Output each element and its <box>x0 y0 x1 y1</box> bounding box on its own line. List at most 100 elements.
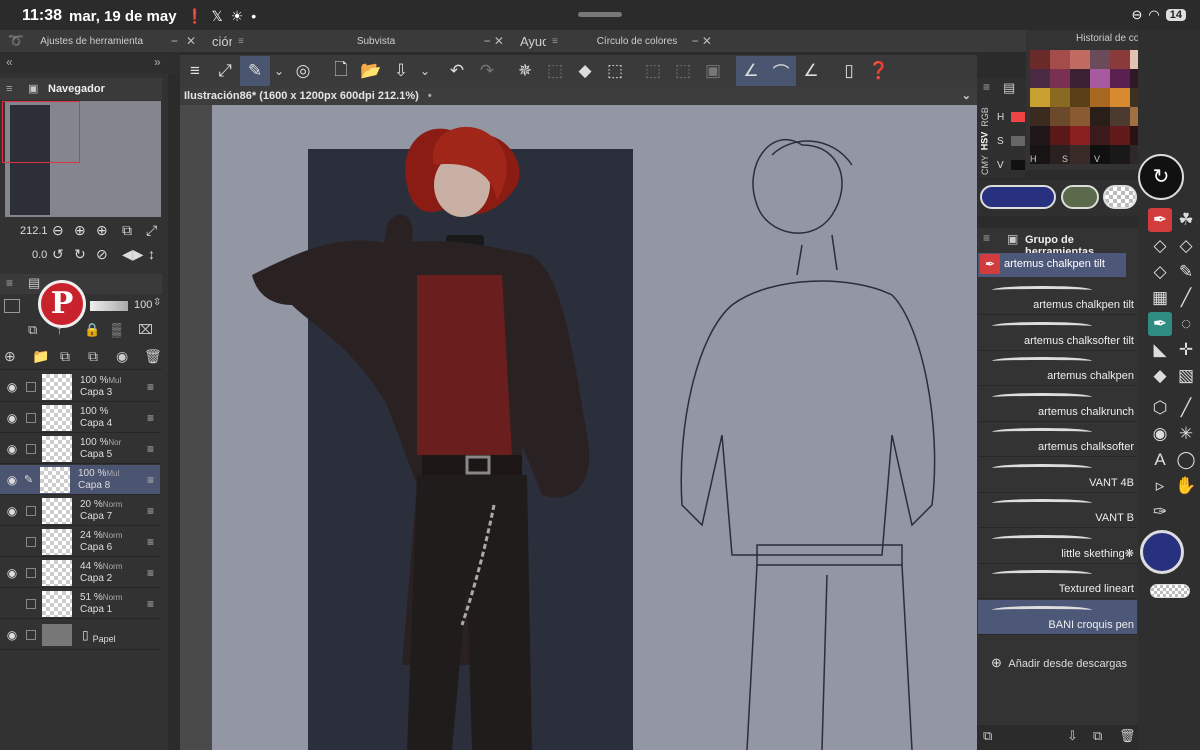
brush-tool-icon[interactable]: ◇ <box>1174 234 1198 258</box>
export-icon[interactable]: ⇩ <box>386 56 416 86</box>
pen-tool-icon[interactable]: ✒ <box>1148 208 1172 232</box>
color-swatch[interactable] <box>1050 126 1070 145</box>
color-wheel-close-icon[interactable]: − ✕ <box>692 34 712 48</box>
color-wheel-tab[interactable]: ≡ Círculo de colores − ✕ <box>546 30 720 52</box>
duplicate-layer-icon[interactable]: ⧉ <box>60 348 70 365</box>
tool-property-icon[interactable]: ⧉ <box>983 728 992 744</box>
layer-checkbox[interactable] <box>26 598 36 609</box>
color-swatch[interactable] <box>1090 88 1110 107</box>
menu-icon[interactable]: ≡ <box>6 78 12 100</box>
show-selection-icon[interactable]: ▣ <box>698 56 728 86</box>
snap-grid-icon[interactable]: ∠ <box>796 56 826 86</box>
color-swatch[interactable] <box>1090 126 1110 145</box>
lasso-tool-icon[interactable]: ◌ <box>1174 312 1198 336</box>
rotate-left-icon[interactable]: ↺ <box>52 246 64 263</box>
brush-item[interactable]: BANI croquis pen <box>978 599 1137 635</box>
color-swatch[interactable] <box>1030 107 1050 126</box>
tool-group-menu-icon[interactable]: ≡ <box>983 231 990 245</box>
sub-color-chip[interactable] <box>1061 185 1099 209</box>
layer-drag-handle-icon[interactable]: ≡ <box>147 504 154 518</box>
reset-rotation-icon[interactable]: ⊘ <box>96 246 108 263</box>
text-tool-icon[interactable]: A <box>1148 448 1172 472</box>
navigator-viewport-frame[interactable] <box>2 101 80 163</box>
chevron-down-icon[interactable]: ⌄ <box>270 56 288 86</box>
lock-icon[interactable]: 🔒 <box>84 322 100 338</box>
canvas-tab[interactable]: Ilustración86* (1600 x 1200px 600dpi 212… <box>180 87 977 105</box>
layer-checkbox[interactable] <box>26 629 36 640</box>
main-color-chip[interactable] <box>980 185 1056 209</box>
delete-layer-icon[interactable]: 🗑 <box>144 348 162 365</box>
layer-drag-handle-icon[interactable]: ≡ <box>147 473 154 487</box>
visibility-eye-icon[interactable]: ◉ <box>0 411 24 425</box>
color-swatch[interactable] <box>1050 107 1070 126</box>
layer-row-paper[interactable]: ◉ ▯ Papel <box>0 620 160 650</box>
blend-mode-box[interactable] <box>4 299 20 313</box>
collapse-right-icon[interactable]: » <box>154 55 161 69</box>
color-slider-tab-icon[interactable]: ▤ <box>1003 80 1015 96</box>
object-select-tool-icon[interactable]: ▹ <box>1148 474 1172 498</box>
eraser-tool-icon[interactable]: ◇ <box>1148 234 1172 258</box>
line-tool-icon[interactable]: ╱ <box>1174 396 1198 420</box>
fill-icon[interactable]: ◆ <box>570 56 600 86</box>
transparent-color-chip[interactable] <box>1103 185 1137 209</box>
layer-drag-handle-icon[interactable]: ≡ <box>147 535 154 549</box>
current-color-circle[interactable] <box>1140 530 1184 574</box>
color-swatch[interactable] <box>1070 69 1090 88</box>
layer-row[interactable]: ◉ 100 %Nor Capa 5 ≡ <box>0 434 160 464</box>
color-swatch[interactable] <box>1110 126 1130 145</box>
hue-slider[interactable] <box>1011 112 1025 122</box>
record-icon[interactable]: ◎ <box>288 56 318 86</box>
fit-icon[interactable]: ⊕ <box>96 222 108 239</box>
brush-item[interactable]: artemus chalksofter <box>978 422 1137 457</box>
visibility-eye-icon[interactable]: ◉ <box>0 442 24 456</box>
layer-checkbox[interactable] <box>26 567 36 578</box>
minimize-icon[interactable]: − <box>171 34 178 48</box>
flip-horizontal-icon[interactable]: ◀▶ <box>122 246 144 263</box>
snap-ruler-icon[interactable]: ∠ <box>736 56 766 86</box>
layer-checkbox[interactable] <box>26 412 36 423</box>
layer-row[interactable]: ◉ 44 %Norm Capa 2 ≡ <box>0 558 160 588</box>
color-swatch[interactable] <box>1110 50 1130 69</box>
multitask-handle[interactable] <box>578 12 622 17</box>
current-tool-header[interactable]: ✒ artemus chalkpen tilt <box>978 253 1126 277</box>
zoom-out-icon[interactable]: ⊖ <box>52 222 64 239</box>
layer-drag-handle-icon[interactable]: ≡ <box>147 411 154 425</box>
color-slider-menu-icon[interactable]: ≡ <box>983 80 990 94</box>
new-folder-icon[interactable]: 📁 <box>32 348 49 365</box>
delete-tool-icon[interactable]: 🗑 <box>1119 728 1136 744</box>
transparent-color-toggle[interactable] <box>1150 584 1190 598</box>
subview-close-icon[interactable]: − ✕ <box>484 34 504 48</box>
cmy-mode-tab[interactable]: CMY <box>980 155 990 175</box>
layer-row-selected[interactable]: ◉ ✎ 100 %Mul Capa 8 ≡ <box>0 465 160 495</box>
color-swatch[interactable] <box>1090 107 1110 126</box>
tab-dot-icon[interactable]: • <box>428 90 432 102</box>
undo-icon[interactable]: ↶ <box>442 56 472 86</box>
color-swatch[interactable] <box>1090 69 1110 88</box>
modify-tool-icon[interactable]: ✎ <box>240 56 270 86</box>
canvas-area[interactable] <box>180 105 977 750</box>
fit-window-icon[interactable]: ⤢ <box>146 222 157 239</box>
selection-pen-tool-icon[interactable]: ✒ <box>1148 312 1172 336</box>
layer-row[interactable]: ◉ 100 %Mul Capa 3 ≡ <box>0 372 160 402</box>
hand-tool-icon[interactable]: ✋ <box>1174 474 1198 498</box>
brush-item[interactable]: VANT 4B <box>978 458 1137 493</box>
layer-checkbox[interactable] <box>26 381 36 392</box>
layer-row[interactable]: 24 %Norm Capa 6 ≡ <box>0 527 160 557</box>
layer-checkbox[interactable] <box>26 505 36 516</box>
color-swatch[interactable] <box>1110 69 1130 88</box>
menu-icon[interactable]: ≡ <box>180 56 210 86</box>
saturation-slider[interactable] <box>1011 136 1025 146</box>
color-swatch[interactable] <box>1070 50 1090 69</box>
collapse-left-icon[interactable]: « <box>6 55 13 69</box>
duplicate-tool-icon[interactable]: ⧉ <box>1093 728 1102 744</box>
actual-size-icon[interactable]: ⧉ <box>122 222 132 239</box>
visibility-eye-icon[interactable]: ◉ <box>0 473 24 487</box>
layer-property-tab-partial[interactable]: ción <box>204 30 236 52</box>
eyedropper-tool-icon[interactable]: ✑ <box>1148 500 1172 524</box>
visibility-eye-icon[interactable]: ◉ <box>0 628 24 642</box>
move-tool-icon[interactable]: ✛ <box>1174 338 1198 362</box>
value-slider[interactable] <box>1011 160 1025 170</box>
hsv-mode-tab[interactable]: HSV <box>979 132 989 151</box>
brush-item[interactable]: artemus chalkrunch <box>978 387 1137 422</box>
new-file-icon[interactable]: 🗋 <box>326 56 356 86</box>
